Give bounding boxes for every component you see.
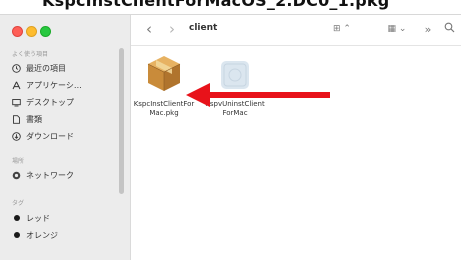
sidebar-scrollbar[interactable] xyxy=(119,48,124,194)
sidebar-item-documents[interactable]: 書類 xyxy=(12,112,42,126)
document-icon xyxy=(12,114,21,124)
clock-icon xyxy=(12,63,21,73)
sidebar-item-label: 書類 xyxy=(26,114,42,124)
background-document-strip: KspcInstClientForMacOS_2.DC0_1.pkg xyxy=(0,0,461,12)
download-icon xyxy=(12,131,21,141)
back-button[interactable]: ‹ xyxy=(143,20,155,38)
package-icon xyxy=(144,52,184,94)
locations-section-label: 場所 xyxy=(12,158,25,165)
file-name: KspvUninstClient ForMac xyxy=(199,100,271,118)
minimize-window-button[interactable] xyxy=(26,26,37,37)
file-item[interactable]: KspvUninstClient ForMac xyxy=(199,52,271,118)
chevron-right-icon: › xyxy=(169,20,175,38)
network-icon xyxy=(12,171,21,180)
search-icon xyxy=(444,22,455,36)
group-by-button[interactable]: ▦ ⌄ xyxy=(385,22,409,36)
group-icon: ▦ ⌄ xyxy=(387,24,407,34)
forward-button[interactable]: › xyxy=(166,20,178,38)
favorites-section-label: よく使う項目 xyxy=(12,51,49,58)
file-name: KspcInstClientFor Mac.pkg xyxy=(128,100,200,118)
sidebar-item-network[interactable]: ネットワーク xyxy=(12,168,74,182)
file-name-line: ForMac xyxy=(222,109,248,117)
background-document-text: KspcInstClientForMacOS_2.DC0_1.pkg xyxy=(42,0,390,10)
search-button[interactable] xyxy=(442,22,456,36)
sidebar-item-label: ダウンロード xyxy=(26,131,74,141)
finder-window: よく使う項目 最近の項目 アプリケーシ… デスクトップ 書類 ダウンロード 場所… xyxy=(0,14,461,260)
file-name-line: KspcInstClientFor xyxy=(133,100,195,108)
sidebar-item-label: デスクトップ xyxy=(26,97,74,107)
sidebar-item-downloads[interactable]: ダウンロード xyxy=(12,129,74,143)
sidebar-item-desktop[interactable]: デスクトップ xyxy=(12,95,74,109)
desktop-icon xyxy=(12,98,21,107)
chevron-left-icon: ‹ xyxy=(146,20,152,38)
sidebar-item-label: オレンジ xyxy=(26,230,58,240)
apps-icon xyxy=(12,81,21,90)
sidebar-item-label: ネットワーク xyxy=(26,170,74,180)
tags-section-label: タグ xyxy=(12,200,25,207)
icon-view-icon: ⊞ ⌃ xyxy=(333,24,351,34)
sidebar-tag-red[interactable]: レッド xyxy=(12,211,50,225)
sidebar-item-recents[interactable]: 最近の項目 xyxy=(12,61,66,75)
zoom-window-button[interactable] xyxy=(40,26,51,37)
tag-dot-icon xyxy=(13,232,20,238)
sidebar-tag-orange[interactable]: オレンジ xyxy=(12,228,58,242)
file-item[interactable]: KspcInstClientFor Mac.pkg xyxy=(128,52,200,118)
toolbar: ‹ › client ⊞ ⌃ ▦ ⌄ » xyxy=(131,15,461,46)
close-window-button[interactable] xyxy=(12,26,23,37)
view-mode-button[interactable]: ⊞ ⌃ xyxy=(331,22,353,36)
tag-dot-icon xyxy=(13,215,20,221)
app-placeholder-icon xyxy=(215,52,255,94)
sidebar-item-applications[interactable]: アプリケーシ… xyxy=(12,78,82,92)
sidebar-item-label: 最近の項目 xyxy=(26,63,66,73)
double-chevron-icon: » xyxy=(424,22,432,36)
file-name-line: KspvUninstClient xyxy=(205,100,265,108)
folder-title: client xyxy=(189,23,218,33)
file-name-line: Mac.pkg xyxy=(149,109,179,117)
file-browser-content: KspcInstClientFor Mac.pkg KspvUninstClie… xyxy=(131,46,461,260)
sidebar-item-label: アプリケーシ… xyxy=(26,80,82,90)
sidebar: よく使う項目 最近の項目 アプリケーシ… デスクトップ 書類 ダウンロード 場所… xyxy=(0,15,131,260)
sidebar-item-label: レッド xyxy=(26,213,50,223)
more-toolbar-button[interactable]: » xyxy=(422,22,434,36)
